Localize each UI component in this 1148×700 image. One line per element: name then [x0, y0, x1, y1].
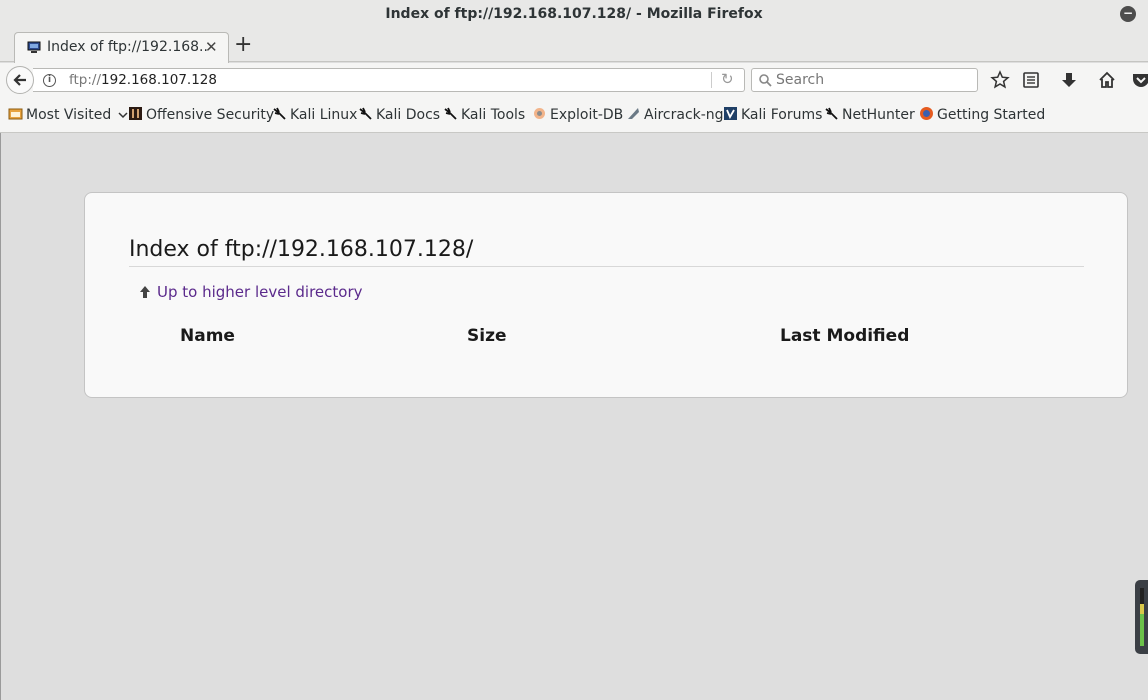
- window-titlebar: Index of ftp://192.168.107.128/ - Mozill…: [0, 0, 1148, 30]
- url-bar[interactable]: i ftp://192.168.107.128 ↻: [33, 68, 745, 92]
- url-host: 192.168.107.128: [101, 72, 217, 88]
- bookmark-label: Kali Linux: [290, 107, 358, 123]
- new-tab-icon[interactable]: +: [234, 32, 252, 57]
- chevron-down-icon: [118, 112, 128, 119]
- search-input[interactable]: [776, 71, 966, 89]
- directory-listing-panel: Index of ftp://192.168.107.128/ Up to hi…: [84, 192, 1128, 398]
- download-icon[interactable]: [1059, 70, 1079, 90]
- bookmark-most-visited[interactable]: Most Visited: [8, 106, 128, 123]
- bookmark-label: Kali Tools: [461, 107, 526, 123]
- bookmark-getting-started[interactable]: Getting Started: [919, 106, 1045, 123]
- folder-icon: [8, 108, 23, 120]
- bookmarks-toolbar: Most Visited Offensive Security Kali Lin…: [0, 97, 1148, 133]
- pocket-icon[interactable]: [1131, 70, 1148, 90]
- firefox-icon: [920, 107, 933, 120]
- offsec-icon: [129, 107, 142, 120]
- system-monitor-widget[interactable]: [1135, 580, 1148, 654]
- bookmark-label: Offensive Security: [146, 107, 275, 123]
- bookmark-label: Kali Forums: [741, 107, 823, 123]
- search-icon: [759, 74, 772, 87]
- back-button[interactable]: [6, 66, 34, 94]
- up-directory-link[interactable]: Up to higher level directory: [157, 283, 363, 301]
- level-meter-icon: [1140, 588, 1144, 646]
- tab-close-icon[interactable]: ✕: [205, 38, 218, 56]
- window-title: Index of ftp://192.168.107.128/ - Mozill…: [385, 6, 763, 22]
- kali-dragon-icon: [444, 107, 457, 120]
- bookmark-kali-tools[interactable]: Kali Tools: [443, 106, 525, 123]
- reload-icon[interactable]: ↻: [721, 70, 734, 88]
- kali-forums-icon: [724, 107, 737, 120]
- up-arrow-icon[interactable]: [139, 285, 151, 299]
- bookmark-kali-forums[interactable]: Kali Forums: [723, 106, 822, 123]
- url-scheme: ftp://: [69, 72, 102, 88]
- aircrack-icon: [628, 108, 639, 119]
- bookmark-label: Exploit-DB: [550, 107, 624, 123]
- kali-dragon-icon: [359, 107, 372, 120]
- tab-title: Index of ftp://192.168...: [47, 39, 207, 55]
- back-arrow-icon: [13, 74, 26, 86]
- bookmark-nethunter[interactable]: NetHunter: [824, 106, 915, 123]
- bookmark-star-icon[interactable]: [990, 70, 1010, 90]
- url-separator: [711, 72, 712, 88]
- navigation-toolbar: i ftp://192.168.107.128 ↻: [0, 63, 1148, 97]
- bookmark-aircrack-ng[interactable]: Aircrack-ng: [626, 106, 724, 123]
- bookmark-exploit-db[interactable]: Exploit-DB: [532, 106, 623, 123]
- column-header-name[interactable]: Name: [180, 326, 235, 346]
- bookmark-label: NetHunter: [842, 107, 915, 123]
- page-content: Index of ftp://192.168.107.128/ Up to hi…: [0, 133, 1148, 700]
- home-icon[interactable]: [1097, 70, 1117, 90]
- tab-strip: Index of ftp://192.168... ✕ +: [0, 30, 1148, 63]
- column-header-last-modified[interactable]: Last Modified: [780, 326, 909, 346]
- bookmark-label: Getting Started: [937, 107, 1046, 123]
- url-text[interactable]: ftp://192.168.107.128: [69, 72, 217, 88]
- exploitdb-icon: [534, 108, 545, 119]
- kali-dragon-icon: [273, 107, 286, 120]
- bookmark-kali-docs[interactable]: Kali Docs: [358, 106, 440, 123]
- bookmark-label: Kali Docs: [376, 107, 441, 123]
- bookmark-label: Aircrack-ng: [644, 107, 724, 123]
- minimize-button[interactable]: −: [1120, 6, 1136, 22]
- bookmark-label: Most Visited: [26, 107, 112, 123]
- bookmark-offensive-security[interactable]: Offensive Security: [128, 106, 274, 123]
- site-info-icon[interactable]: i: [43, 74, 56, 87]
- computer-icon: [27, 41, 41, 53]
- column-header-size[interactable]: Size: [467, 326, 507, 346]
- tab-active[interactable]: Index of ftp://192.168... ✕: [14, 32, 229, 63]
- page-title: Index of ftp://192.168.107.128/: [129, 237, 1084, 267]
- bookmark-kali-linux[interactable]: Kali Linux: [272, 106, 357, 123]
- search-bar[interactable]: [751, 68, 978, 92]
- kali-dragon-icon: [825, 107, 838, 120]
- reading-list-icon[interactable]: [1021, 70, 1041, 90]
